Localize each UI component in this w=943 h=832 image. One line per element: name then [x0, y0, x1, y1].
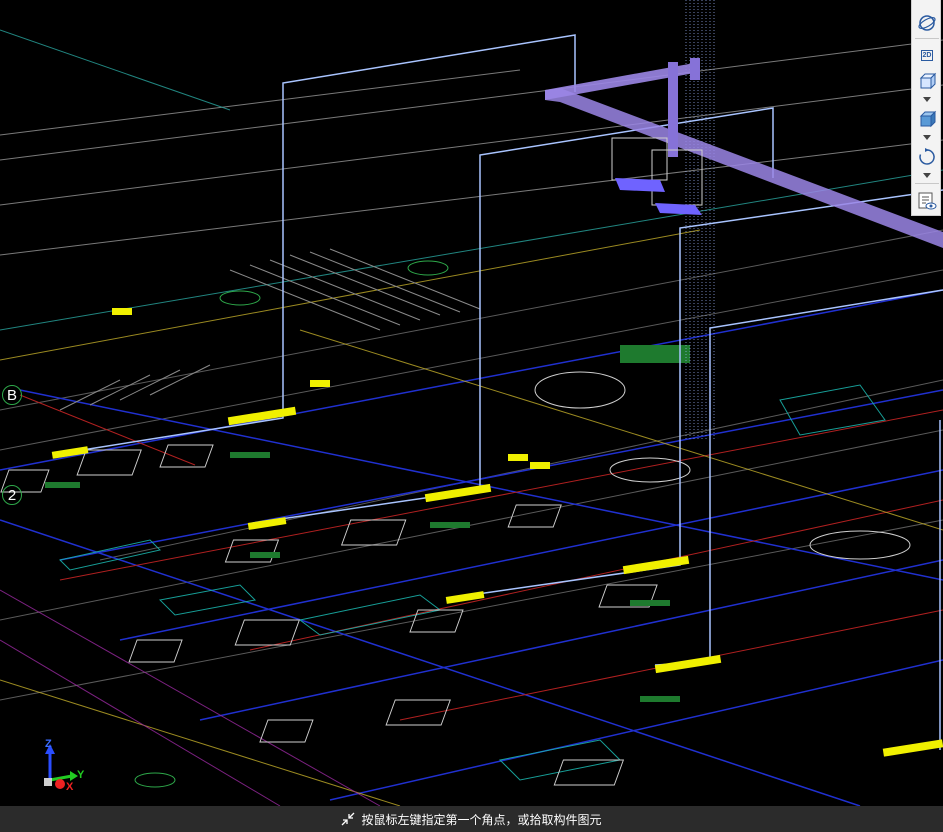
status-bar: 按鼠标左键指定第一个角点，或拾取构件图元 — [0, 806, 943, 832]
cube-icon — [919, 72, 937, 90]
view-toolbar: 2D — [911, 0, 941, 216]
iso-view-button[interactable] — [915, 108, 939, 130]
display-settings-button[interactable] — [915, 190, 939, 212]
chevron-down-icon — [923, 96, 931, 102]
axis-z-label: Z — [45, 738, 52, 750]
axis-y-label: Y — [77, 769, 85, 781]
3d-view-button[interactable] — [915, 70, 939, 92]
grid-bubble-2: 2 — [2, 485, 22, 505]
axis-x-label: X — [66, 781, 74, 793]
3d-model-viewport[interactable]: B 2 Z Y X — [0, 0, 943, 806]
stair-hatch — [59, 248, 481, 411]
solid-cube-icon — [919, 110, 937, 128]
3d-view-dropdown[interactable] — [921, 95, 933, 103]
list-eye-icon — [918, 192, 937, 210]
grid-bubble-b: B — [2, 385, 22, 405]
chevron-down-icon — [923, 134, 931, 140]
select-corner-icon — [341, 812, 355, 826]
horizon-lines — [0, 39, 943, 256]
pipe-risers — [69, 34, 943, 750]
chevron-down-icon — [923, 172, 931, 178]
floor-walls-blue — [0, 289, 943, 806]
orbit-icon — [918, 15, 936, 31]
orbit-button[interactable] — [915, 12, 939, 34]
iso-view-dropdown[interactable] — [921, 133, 933, 141]
rotate-dropdown[interactable] — [921, 171, 933, 179]
status-hint-text: 按鼠标左键指定第一个角点，或拾取构件图元 — [361, 812, 602, 827]
rotate-icon — [919, 148, 935, 165]
2d-icon: 2D — [920, 49, 934, 61]
2d-view-button[interactable]: 2D — [915, 44, 939, 66]
rotate-button[interactable] — [915, 146, 939, 168]
